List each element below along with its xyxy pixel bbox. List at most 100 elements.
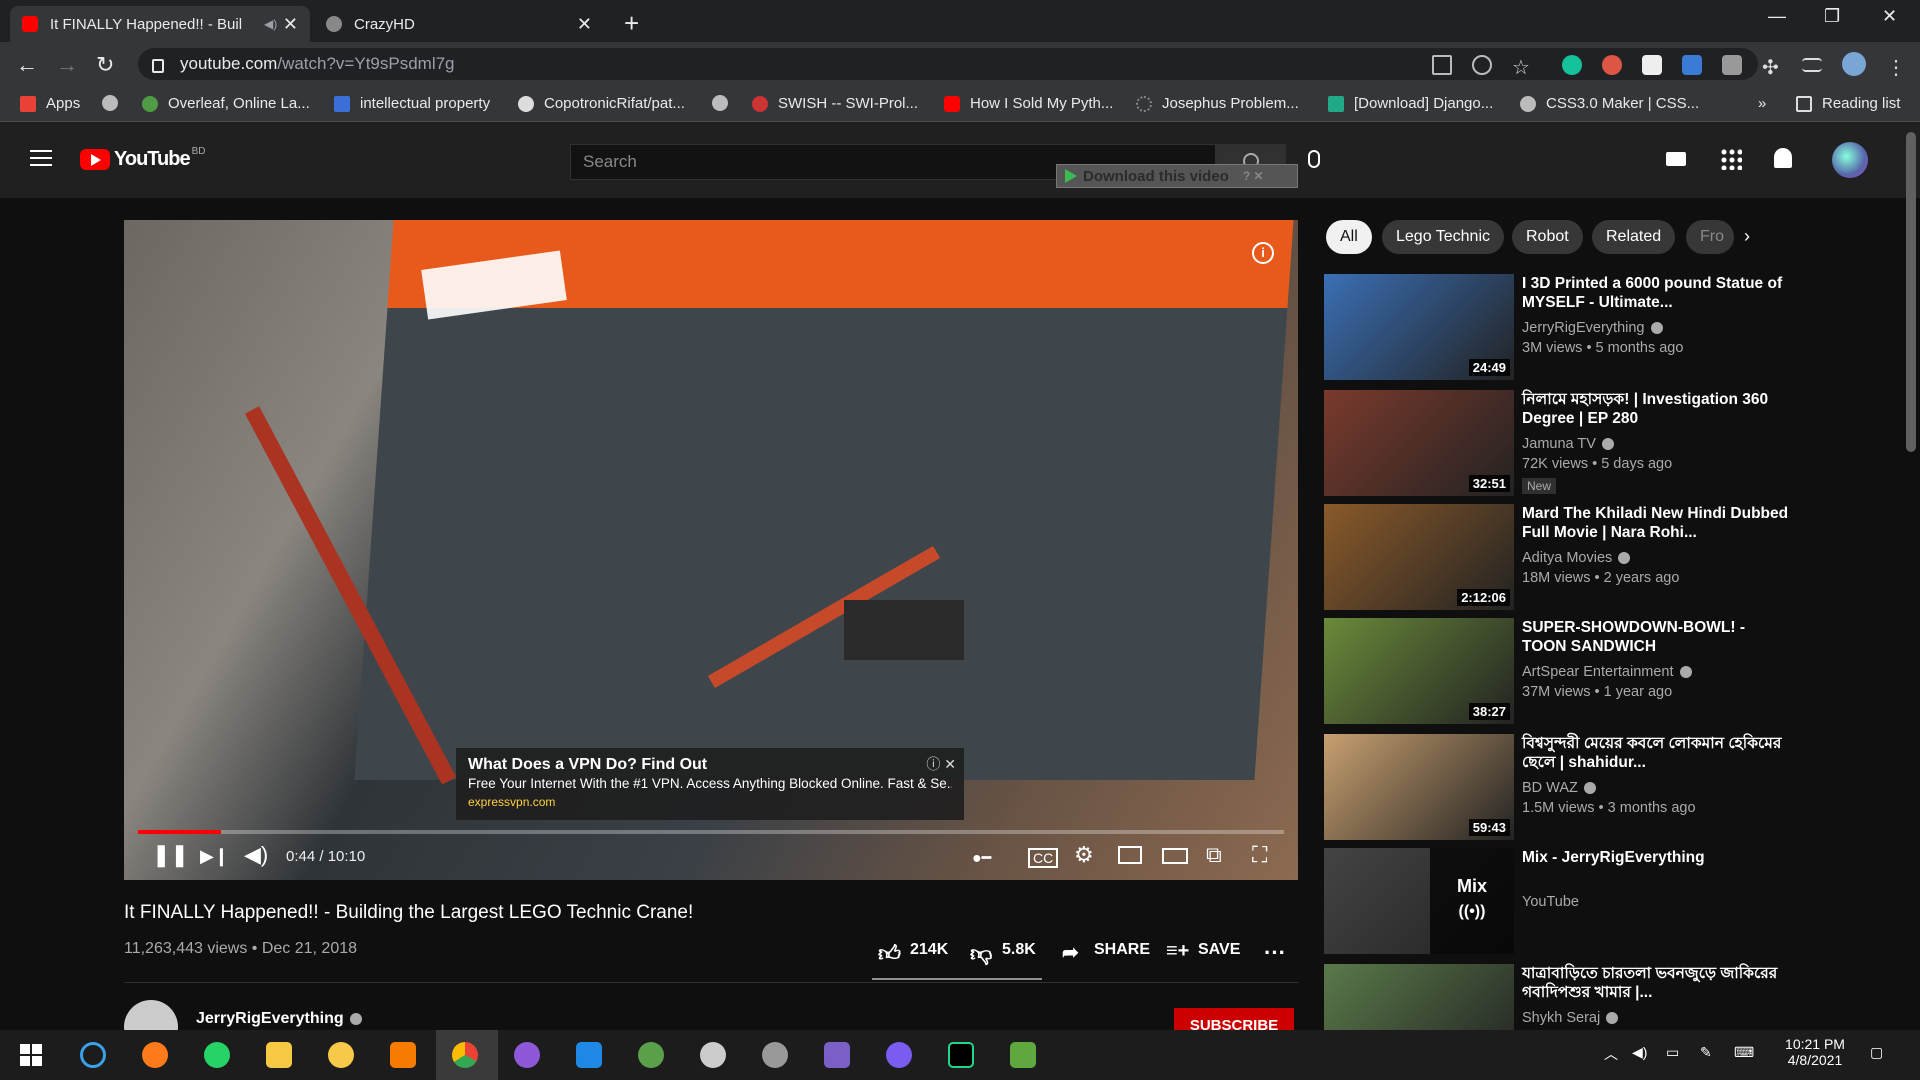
whatsapp-icon[interactable] xyxy=(204,1042,230,1068)
tray-chevron-icon[interactable]: ︿ xyxy=(1604,1044,1618,1064)
pause-icon[interactable]: ❚❚ xyxy=(152,842,189,868)
like-button[interactable]: 👍︎ 214K xyxy=(878,940,948,966)
clock[interactable]: 10:21 PM 4/8/2021 xyxy=(1780,1036,1850,1068)
github-desktop-icon[interactable] xyxy=(514,1042,540,1068)
extension-icon[interactable] xyxy=(1642,55,1662,75)
create-video-icon[interactable] xyxy=(1666,152,1686,166)
menu-icon[interactable]: ⋮ xyxy=(1886,55,1906,79)
recommendation-title[interactable]: Mard The Khiladi New Hindi Dubbed Full M… xyxy=(1522,504,1792,542)
chevron-right-icon[interactable]: › xyxy=(1744,226,1750,247)
cast-icon[interactable]: ⧉ xyxy=(1206,842,1222,868)
bell-icon[interactable] xyxy=(1774,148,1792,168)
firefox-icon[interactable] xyxy=(142,1042,168,1068)
settings-gear-icon[interactable]: ⚙ xyxy=(1074,842,1094,868)
star-icon[interactable]: ☆ xyxy=(1512,55,1532,79)
recommendation-item[interactable]: Mix ((•)) Mix - JerryRigEverything YouTube xyxy=(1324,848,1794,956)
recommendation-item[interactable]: 59:43 বিশ্বসুন্দরী মেয়ের কবলে লোকমান হেক… xyxy=(1324,734,1794,842)
info-icon[interactable]: i xyxy=(1252,242,1274,264)
camera-icon[interactable] xyxy=(1722,55,1742,75)
recommendation-channel[interactable]: BD WAZ xyxy=(1522,780,1596,796)
recommendation-channel[interactable]: JerryRigEverything xyxy=(1522,320,1663,336)
video-thumbnail[interactable]: 32:51 xyxy=(1324,390,1514,496)
grammarly-icon[interactable] xyxy=(1562,55,1582,75)
volume-tray-icon[interactable]: ◀) xyxy=(1632,1044,1647,1061)
app-icon[interactable] xyxy=(1010,1042,1036,1068)
video-player[interactable]: i What Does a VPN Do? Find Out Free Your… xyxy=(124,220,1298,880)
pen-icon[interactable]: ✎ xyxy=(1700,1044,1712,1061)
autoplay-toggle[interactable]: ●━ xyxy=(972,848,991,868)
bookmark-overleaf[interactable]: Overleaf, Online La... xyxy=(142,95,310,112)
video-thumbnail[interactable]: 2:12:06 xyxy=(1324,504,1514,610)
media-icon[interactable] xyxy=(1802,58,1822,72)
bookmark-globe[interactable] xyxy=(102,95,128,111)
recommendation-title[interactable]: Mix - JerryRigEverything xyxy=(1522,848,1792,867)
video-thumbnail[interactable]: 38:27 xyxy=(1324,618,1514,724)
page-scrollbar[interactable] xyxy=(1906,132,1916,452)
recommendation-channel[interactable]: YouTube xyxy=(1522,894,1579,910)
bookmark-josephus[interactable]: Josephus Problem... xyxy=(1136,95,1299,112)
more-bookmarks[interactable]: » xyxy=(1758,95,1766,112)
apps-grid-icon[interactable] xyxy=(1720,148,1742,170)
mic-icon[interactable] xyxy=(1308,150,1320,168)
messenger-icon[interactable] xyxy=(886,1042,912,1068)
recommendation-channel[interactable]: Jamuna TV xyxy=(1522,436,1614,452)
bookmark-css[interactable]: CSS3.0 Maker | CSS... xyxy=(1520,95,1699,112)
bookmark-swish[interactable]: SWISH -- SWI-Prol... xyxy=(752,95,918,112)
reading-list[interactable]: Reading list xyxy=(1796,95,1900,112)
ad-close-icon[interactable]: ⓘ ✕ xyxy=(926,754,956,774)
chrome-icon[interactable] xyxy=(452,1042,478,1068)
app-icon[interactable] xyxy=(762,1042,788,1068)
chip-from[interactable]: Fro xyxy=(1686,220,1734,254)
app-icon[interactable] xyxy=(700,1042,726,1068)
chip-all[interactable]: All xyxy=(1326,220,1372,254)
new-tab-button[interactable]: + xyxy=(624,8,639,39)
account-avatar[interactable] xyxy=(1832,142,1868,178)
progress-bar[interactable] xyxy=(138,830,1284,834)
reload-icon[interactable]: ↻ xyxy=(96,52,114,78)
back-icon[interactable]: ← xyxy=(16,52,38,78)
close-icon[interactable]: ? ✕ xyxy=(1243,169,1264,183)
recommendation-title[interactable]: SUPER-SHOWDOWN-BOWL! - TOON SANDWICH xyxy=(1522,618,1792,656)
vscode-icon[interactable] xyxy=(576,1042,602,1068)
chip-related[interactable]: Related xyxy=(1592,220,1676,254)
recommendation-item[interactable]: 38:27 SUPER-SHOWDOWN-BOWL! - TOON SANDWIC… xyxy=(1324,618,1794,726)
recommendation-item[interactable]: 32:51 নিলামে মহাসড়ক! | Investigation 360… xyxy=(1324,390,1794,498)
app-icon[interactable] xyxy=(638,1042,664,1068)
next-icon[interactable]: ▶❙ xyxy=(200,846,229,867)
hamburger-menu-icon[interactable] xyxy=(30,150,52,166)
share-button[interactable]: ➦ SHARE xyxy=(1062,940,1150,964)
youtube-logo[interactable]: YouTube BD xyxy=(80,146,205,171)
video-thumbnail[interactable]: 24:49 xyxy=(1324,274,1514,380)
extension-icon[interactable] xyxy=(1602,55,1622,75)
recommendation-title[interactable]: I 3D Printed a 6000 pound Statue of MYSE… xyxy=(1522,274,1792,312)
bookmark-apps[interactable]: Apps xyxy=(20,95,80,112)
cortana-icon[interactable] xyxy=(80,1042,106,1068)
fullscreen-icon[interactable]: ⛶ xyxy=(1252,842,1267,868)
miniplayer-icon[interactable] xyxy=(1118,846,1142,864)
theater-mode-icon[interactable] xyxy=(1162,848,1188,864)
profile-avatar[interactable] xyxy=(1842,52,1866,76)
close-tab-icon[interactable]: ✕ xyxy=(577,14,592,35)
recommendation-title[interactable]: বিশ্বসুন্দরী মেয়ের কবলে লোকমান হেকিমের … xyxy=(1522,734,1792,772)
dislike-button[interactable]: 👎︎ 5.8K xyxy=(970,940,1036,966)
visual-studio-icon[interactable] xyxy=(824,1042,850,1068)
channel-name[interactable]: JerryRigEverything xyxy=(196,1010,362,1028)
recommendation-channel[interactable]: Aditya Movies xyxy=(1522,550,1631,566)
notifications-icon[interactable]: ▢ xyxy=(1870,1044,1883,1061)
recommendation-channel[interactable]: ArtSpear Entertainment xyxy=(1522,664,1692,680)
bookmark-globe[interactable] xyxy=(712,95,738,111)
more-actions-icon[interactable]: ··· xyxy=(1264,940,1286,966)
ad-url[interactable]: expressvpn.com xyxy=(468,795,952,809)
download-video-button[interactable]: Download this video? ✕ xyxy=(1056,164,1298,188)
save-button[interactable]: ≡+ SAVE xyxy=(1166,940,1240,962)
bookmark-ip[interactable]: intellectual property xyxy=(334,95,490,112)
file-explorer-icon[interactable] xyxy=(266,1042,292,1068)
zoom-icon[interactable] xyxy=(1472,55,1492,75)
bookmark-github[interactable]: CopotronicRifat/pat... xyxy=(518,95,685,112)
close-window-button[interactable]: ✕ xyxy=(1882,6,1897,27)
recommendation-channel[interactable]: Shykh Seraj xyxy=(1522,1010,1619,1026)
video-thumbnail[interactable]: Mix ((•)) xyxy=(1324,848,1514,954)
chip-robot[interactable]: Robot xyxy=(1512,220,1583,254)
network-icon[interactable]: ▭ xyxy=(1666,1044,1679,1061)
recommendation-item[interactable]: 24:49 I 3D Printed a 6000 pound Statue of… xyxy=(1324,274,1794,382)
